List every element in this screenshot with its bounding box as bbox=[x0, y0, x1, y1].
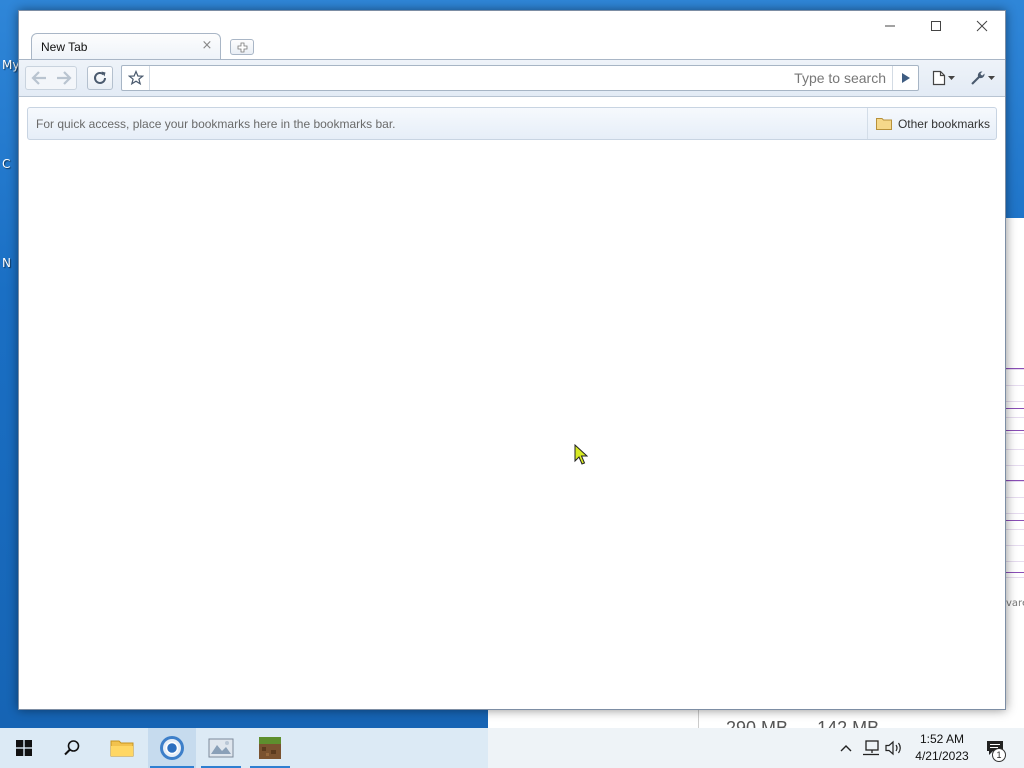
toolbar: Type to search bbox=[19, 59, 1005, 97]
wrench-icon bbox=[970, 71, 985, 85]
back-button[interactable] bbox=[26, 67, 51, 89]
picture-icon bbox=[208, 738, 234, 758]
background-graph-line bbox=[1006, 430, 1024, 431]
taskbar-clock[interactable]: 1:52 AM 4/21/2023 bbox=[904, 731, 980, 765]
chevron-down-icon bbox=[947, 75, 955, 80]
windows-logo-icon bbox=[16, 740, 32, 756]
chevron-down-icon bbox=[987, 75, 995, 80]
background-graph-line bbox=[1006, 480, 1024, 481]
omnibox[interactable]: Type to search bbox=[121, 65, 919, 91]
plus-icon bbox=[237, 42, 247, 52]
minecraft-taskbar-button[interactable] bbox=[246, 728, 294, 768]
maximize-icon bbox=[931, 21, 941, 31]
network-tray-icon[interactable] bbox=[860, 728, 882, 768]
window-controls bbox=[867, 11, 1005, 41]
speaker-icon bbox=[885, 740, 901, 756]
background-divider bbox=[698, 708, 699, 728]
background-graph-line bbox=[1006, 368, 1024, 369]
arrow-right-icon bbox=[56, 71, 72, 85]
close-button[interactable] bbox=[959, 11, 1005, 41]
network-icon bbox=[863, 740, 879, 756]
reload-icon bbox=[94, 71, 106, 84]
bookmarks-bar: For quick access, place your bookmarks h… bbox=[27, 107, 997, 140]
background-side-text: vare bbox=[1006, 598, 1024, 609]
reload-button[interactable] bbox=[87, 66, 113, 90]
volume-tray-icon[interactable] bbox=[884, 728, 904, 768]
desktop-icon-label[interactable]: My bbox=[2, 58, 19, 72]
start-button[interactable] bbox=[0, 728, 48, 768]
mouse-cursor-icon bbox=[574, 444, 588, 465]
tab-new-tab[interactable]: New Tab × bbox=[31, 33, 221, 59]
other-bookmarks-button[interactable]: Other bookmarks bbox=[866, 108, 996, 139]
background-graph-line bbox=[1006, 572, 1024, 573]
desktop-icon-label[interactable]: C bbox=[2, 157, 10, 171]
address-input[interactable] bbox=[152, 68, 792, 88]
search-icon bbox=[64, 740, 80, 756]
minimize-button[interactable] bbox=[867, 11, 913, 41]
clock-time: 1:52 AM bbox=[919, 732, 965, 746]
page-menu-button[interactable] bbox=[927, 66, 959, 90]
search-button[interactable] bbox=[48, 728, 96, 768]
play-icon bbox=[901, 73, 910, 83]
clock-date: 4/21/2023 bbox=[915, 749, 969, 763]
other-bookmarks-label: Other bookmarks bbox=[897, 116, 990, 131]
chrome-icon bbox=[160, 736, 184, 760]
nav-buttons bbox=[25, 66, 77, 90]
new-tab-button[interactable] bbox=[230, 39, 254, 55]
wrench-menu-button[interactable] bbox=[965, 66, 999, 90]
go-button[interactable] bbox=[892, 66, 918, 90]
chrome-taskbar-button[interactable] bbox=[148, 728, 196, 768]
show-hidden-icons-button[interactable] bbox=[836, 728, 856, 768]
background-graph-line bbox=[1006, 520, 1024, 521]
page-icon bbox=[932, 70, 945, 86]
arrow-left-icon bbox=[30, 71, 46, 85]
tab-close-button[interactable]: × bbox=[200, 38, 214, 54]
background-graph-line bbox=[1006, 408, 1024, 409]
title-bar[interactable]: New Tab × bbox=[19, 11, 1005, 59]
image-viewer-taskbar-button[interactable] bbox=[197, 728, 245, 768]
browser-window[interactable]: New Tab × Type to search For quick acces… bbox=[18, 10, 1006, 710]
maximize-button[interactable] bbox=[913, 11, 959, 41]
grass-block-icon bbox=[259, 737, 281, 759]
close-icon bbox=[976, 20, 988, 32]
desktop-icon-label[interactable]: N bbox=[2, 256, 11, 270]
folder-icon bbox=[875, 118, 892, 130]
memory-value: 142 MB bbox=[817, 718, 880, 728]
bookmarks-bar-hint: For quick access, place your bookmarks h… bbox=[36, 117, 396, 131]
memory-value: 290 MB bbox=[726, 718, 789, 728]
forward-button[interactable] bbox=[51, 67, 76, 89]
folder-icon bbox=[110, 740, 134, 757]
tab-title: New Tab bbox=[41, 40, 88, 54]
file-explorer-button[interactable] bbox=[98, 728, 146, 768]
notification-count-badge: 1 bbox=[992, 748, 1006, 762]
omnibox-placeholder: Type to search bbox=[794, 70, 886, 86]
bookmark-star-button[interactable] bbox=[122, 66, 150, 90]
star-icon bbox=[127, 70, 144, 86]
chevron-up-icon bbox=[840, 745, 852, 752]
page-content[interactable] bbox=[19, 145, 1005, 709]
taskbar: 1:52 AM 4/21/2023 1 bbox=[0, 728, 1024, 768]
memory-readout: 290 MB 142 MB bbox=[726, 718, 903, 728]
minimize-icon bbox=[885, 25, 895, 27]
background-graph-grid bbox=[1006, 368, 1024, 578]
